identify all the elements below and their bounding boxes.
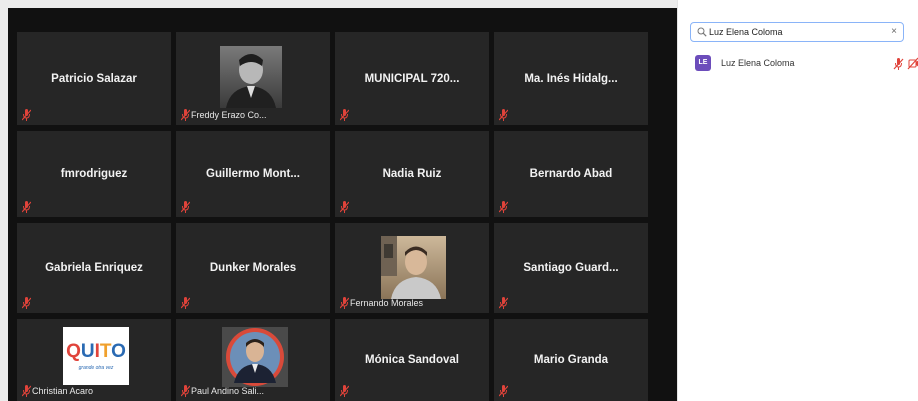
participant-photo — [220, 46, 282, 108]
video-tile[interactable]: Mario Granda — [494, 319, 648, 401]
muted-mic-icon — [22, 297, 31, 309]
clear-search-icon[interactable]: × — [891, 26, 897, 38]
participant-name: Mónica Sandoval — [365, 354, 459, 366]
logo-subtext: grande otra vez — [78, 365, 114, 371]
meeting-window: Patricio Salazar Freddy Erazo Co... MUNI… — [0, 0, 918, 401]
participant-label: Fernando Morales — [350, 298, 424, 308]
participant-list-name: Luz Elena Coloma — [721, 58, 795, 68]
search-input[interactable] — [709, 25, 879, 39]
video-tile[interactable]: Mónica Sandoval — [335, 319, 489, 401]
video-tile[interactable]: MUNICIPAL 720... — [335, 32, 489, 125]
video-tile[interactable]: Gabriela Enriquez — [17, 223, 171, 313]
muted-mic-icon — [340, 385, 349, 397]
video-tile[interactable]: Fernando Morales — [335, 223, 489, 313]
quito-logo: QUITO grande otra vez — [63, 327, 129, 385]
participant-label: Christian Acaro — [32, 386, 94, 396]
participant-photo — [222, 327, 288, 387]
video-tile[interactable]: Guillermo Mont... — [176, 131, 330, 217]
muted-mic-icon — [181, 109, 190, 121]
video-tile[interactable]: fmrodriguez — [17, 131, 171, 217]
participant-name: Ma. Inés Hidalg... — [524, 72, 618, 85]
video-tile[interactable]: Freddy Erazo Co... — [176, 32, 330, 125]
participant-name: Guillermo Mont... — [206, 168, 300, 180]
participant-name: MUNICIPAL 720... — [364, 72, 460, 85]
video-tile[interactable]: Patricio Salazar — [17, 32, 171, 125]
participant-name: Nadia Ruiz — [382, 168, 442, 180]
participant-name: Mario Granda — [533, 354, 609, 366]
participants-panel: × LE Luz Elena Coloma — [677, 0, 918, 401]
muted-mic-icon — [181, 201, 190, 213]
participant-photo — [381, 236, 446, 299]
participant-name: fmrodriguez — [60, 168, 128, 180]
participant-name: Santiago Guard... — [523, 262, 619, 274]
participant-label: Freddy Erazo Co... — [191, 110, 267, 120]
video-tile[interactable]: Santiago Guard... — [494, 223, 648, 313]
video-tile[interactable]: Paul Andino Sali... — [176, 319, 330, 401]
participant-list-item[interactable]: LE Luz Elena Coloma — [690, 55, 918, 73]
video-tile[interactable]: Ma. Inés Hidalg... — [494, 32, 648, 125]
muted-mic-icon — [22, 201, 31, 213]
muted-mic-icon — [340, 109, 349, 121]
participant-name: Bernardo Abad — [529, 168, 613, 180]
muted-mic-icon[interactable] — [893, 57, 918, 71]
muted-mic-icon — [340, 201, 349, 213]
video-tile[interactable]: Bernardo Abad — [494, 131, 648, 217]
participant-name: Dunker Morales — [209, 262, 297, 274]
muted-mic-icon — [499, 385, 508, 397]
participant-label: Paul Andino Sali... — [191, 386, 265, 396]
participant-search[interactable]: × — [690, 22, 904, 42]
video-gallery: Patricio Salazar Freddy Erazo Co... MUNI… — [0, 0, 677, 401]
muted-mic-icon — [22, 385, 31, 397]
video-tile[interactable]: Nadia Ruiz — [335, 131, 489, 217]
muted-mic-icon — [181, 297, 190, 309]
muted-mic-icon — [181, 385, 190, 397]
video-tile[interactable]: QUITO grande otra vez Christian Acaro — [17, 319, 171, 401]
participant-grid: Patricio Salazar Freddy Erazo Co... MUNI… — [8, 32, 677, 401]
muted-mic-icon — [499, 109, 508, 121]
muted-mic-icon — [340, 297, 349, 309]
muted-mic-icon — [22, 109, 31, 121]
participant-name: Patricio Salazar — [51, 72, 137, 85]
muted-mic-icon — [499, 201, 508, 213]
search-icon — [697, 27, 707, 37]
muted-mic-icon — [499, 297, 508, 309]
avatar: LE — [695, 55, 711, 71]
logo-text: QUITO — [66, 341, 126, 362]
video-tile[interactable]: Dunker Morales — [176, 223, 330, 313]
participant-name: Gabriela Enriquez — [45, 262, 143, 274]
